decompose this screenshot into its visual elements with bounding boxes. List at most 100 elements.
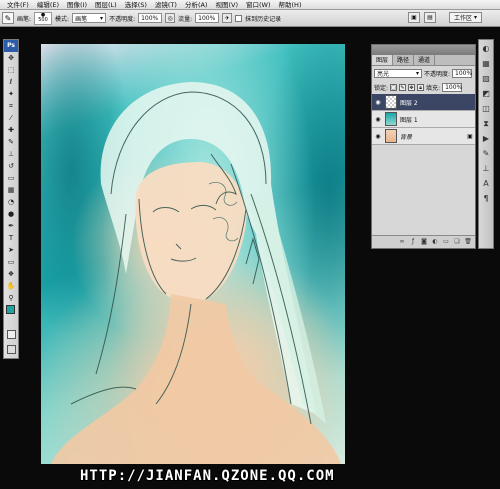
- layer-thumbnail: [385, 112, 397, 126]
- layers-panel-tabs: 图层 路径 通道: [372, 55, 475, 66]
- toolbox: Ps ✥ ⬚ ℓ ✦ ⌗ ⁄ ✚ ✎ ⊥ ↺ ▭ ▦ ◔ ● ✒ T ➤ ▭ ❖…: [3, 39, 19, 359]
- brush-preset-picker[interactable]: ● 500: [34, 11, 53, 25]
- fill-label: 填充:: [426, 84, 441, 92]
- add-mask-icon[interactable]: ◙: [420, 238, 428, 246]
- visibility-eye-icon[interactable]: ◉: [374, 99, 382, 106]
- brush-size-value: 500: [38, 17, 48, 23]
- menu-layer[interactable]: 图层(L): [91, 0, 121, 10]
- visibility-eye-icon[interactable]: ◉: [374, 116, 382, 123]
- swatches-panel-icon[interactable]: ▦: [479, 58, 493, 70]
- menu-image[interactable]: 图像(I): [63, 0, 91, 10]
- brushes-panel-icon[interactable]: ✎: [479, 148, 493, 160]
- view-extras-icon[interactable]: ▤: [424, 12, 436, 23]
- workspace-label: 工作区: [453, 15, 472, 22]
- pen-tool-icon[interactable]: ✒: [4, 221, 18, 232]
- menu-file[interactable]: 文件(F): [3, 0, 33, 10]
- fx-icon[interactable]: ƒ: [409, 238, 417, 246]
- chevron-down-icon: ▾: [415, 69, 419, 77]
- menu-help[interactable]: 帮助(H): [275, 0, 306, 10]
- actions-panel-icon[interactable]: ▶: [479, 133, 493, 145]
- screen-mode-icon[interactable]: [7, 345, 16, 354]
- tab-channels[interactable]: 通道: [414, 55, 436, 65]
- tab-paths[interactable]: 路径: [393, 55, 415, 65]
- layer-name: 背景: [400, 133, 413, 141]
- menu-window[interactable]: 窗口(W): [242, 0, 275, 10]
- character-panel-icon[interactable]: A: [479, 178, 493, 190]
- erase-to-history-checkbox[interactable]: [235, 14, 243, 22]
- blend-row: 亮光 ▾ 不透明度: 100%: [372, 66, 475, 80]
- blend-mode-select[interactable]: 亮光 ▾: [374, 68, 422, 78]
- watermark-text: HTTP://JIANFAN.QZONE.QQ.COM: [80, 468, 335, 484]
- opacity-field[interactable]: 100%: [138, 13, 163, 23]
- move-tool-icon[interactable]: ✥: [4, 53, 18, 64]
- brush-tool-icon[interactable]: ✎: [2, 12, 14, 24]
- menu-select[interactable]: 选择(S): [121, 0, 151, 10]
- airbrush-icon[interactable]: ✈: [222, 13, 233, 23]
- clone-source-panel-icon[interactable]: ⊥: [479, 163, 493, 175]
- bridge-icon[interactable]: ▣: [408, 12, 420, 23]
- paragraph-panel-icon[interactable]: ¶: [479, 193, 493, 205]
- trash-icon[interactable]: 🗑︎: [464, 238, 472, 246]
- masks-panel-icon[interactable]: ◫: [479, 103, 493, 115]
- adjustment-layer-icon[interactable]: ◐: [431, 238, 439, 246]
- layers-panel-header[interactable]: [372, 45, 475, 55]
- fill-field[interactable]: 100%: [442, 82, 462, 92]
- layer-row-background[interactable]: ◉ 背景 ▣: [372, 128, 475, 145]
- tab-layers[interactable]: 图层: [372, 55, 394, 65]
- lock-pixels-icon[interactable]: ✎: [399, 83, 407, 91]
- visibility-eye-icon[interactable]: ◉: [374, 133, 382, 140]
- brush-tool-icon[interactable]: ✎: [4, 137, 18, 148]
- menu-edit[interactable]: 编辑(E): [33, 0, 63, 10]
- lock-all-icon[interactable]: 🔒︎: [417, 83, 425, 91]
- tablet-opacity-icon[interactable]: ◎: [165, 13, 176, 23]
- foreground-color-swatch[interactable]: [6, 305, 15, 314]
- shape-tool-icon[interactable]: ▭: [4, 257, 18, 268]
- layer-opacity-value: 100%: [455, 69, 473, 77]
- lock-position-icon[interactable]: ✥: [408, 83, 416, 91]
- zoom-tool-icon[interactable]: ⚲: [4, 293, 18, 304]
- menu-analysis[interactable]: 分析(A): [181, 0, 212, 10]
- new-layer-icon[interactable]: ❏: [453, 238, 461, 246]
- 3d-tool-icon[interactable]: ❖: [4, 269, 18, 280]
- document-canvas[interactable]: [41, 44, 345, 464]
- gradient-tool-icon[interactable]: ▦: [4, 185, 18, 196]
- history-brush-tool-icon[interactable]: ↺: [4, 161, 18, 172]
- quick-mask-icon[interactable]: [7, 330, 16, 339]
- marquee-tool-icon[interactable]: ⬚: [4, 65, 18, 76]
- face-shape: [135, 162, 247, 303]
- layer-thumbnail: [385, 129, 397, 143]
- color-panel-icon[interactable]: ◐: [479, 43, 493, 55]
- mode-select[interactable]: 画笔 ▾: [72, 13, 107, 23]
- flow-value: 100%: [198, 14, 216, 22]
- ps-logo: Ps: [4, 40, 18, 52]
- menu-filter[interactable]: 滤镜(T): [151, 0, 181, 10]
- type-tool-icon[interactable]: T: [4, 233, 18, 244]
- layer-thumbnail: [385, 95, 397, 109]
- magic-wand-tool-icon[interactable]: ✦: [4, 89, 18, 100]
- layer-row-1[interactable]: ◉ 图层 1: [372, 111, 475, 128]
- workspace-button[interactable]: 工作区 ▾: [448, 12, 482, 23]
- menu-view[interactable]: 视图(V): [211, 0, 242, 10]
- layer-name: 图层 1: [400, 116, 418, 124]
- flow-field[interactable]: 100%: [195, 13, 220, 23]
- healing-brush-tool-icon[interactable]: ✚: [4, 125, 18, 136]
- lock-transparency-icon[interactable]: ▢: [390, 83, 398, 91]
- link-layers-icon[interactable]: ∞: [398, 238, 406, 246]
- history-panel-icon[interactable]: ⧗: [479, 118, 493, 130]
- lasso-tool-icon[interactable]: ℓ: [4, 77, 18, 88]
- eraser-tool-icon[interactable]: ▭: [4, 173, 18, 184]
- crop-tool-icon[interactable]: ⌗: [4, 101, 18, 112]
- new-group-icon[interactable]: ▭: [442, 238, 450, 246]
- path-selection-tool-icon[interactable]: ➤: [4, 245, 18, 256]
- dodge-tool-icon[interactable]: ●: [4, 209, 18, 220]
- clone-stamp-tool-icon[interactable]: ⊥: [4, 149, 18, 160]
- eyedropper-tool-icon[interactable]: ⁄: [4, 113, 18, 124]
- layers-panel-footer: ∞ ƒ ◙ ◐ ▭ ❏ 🗑︎: [372, 235, 475, 248]
- layer-row-2[interactable]: ◉ 图层 2: [372, 94, 475, 111]
- layer-opacity-field[interactable]: 100%: [452, 68, 473, 78]
- styles-panel-icon[interactable]: ▨: [479, 73, 493, 85]
- chevron-down-icon: ▾: [100, 14, 104, 22]
- hand-tool-icon[interactable]: ✋: [4, 281, 18, 292]
- blur-tool-icon[interactable]: ◔: [4, 197, 18, 208]
- adjustments-panel-icon[interactable]: ◩: [479, 88, 493, 100]
